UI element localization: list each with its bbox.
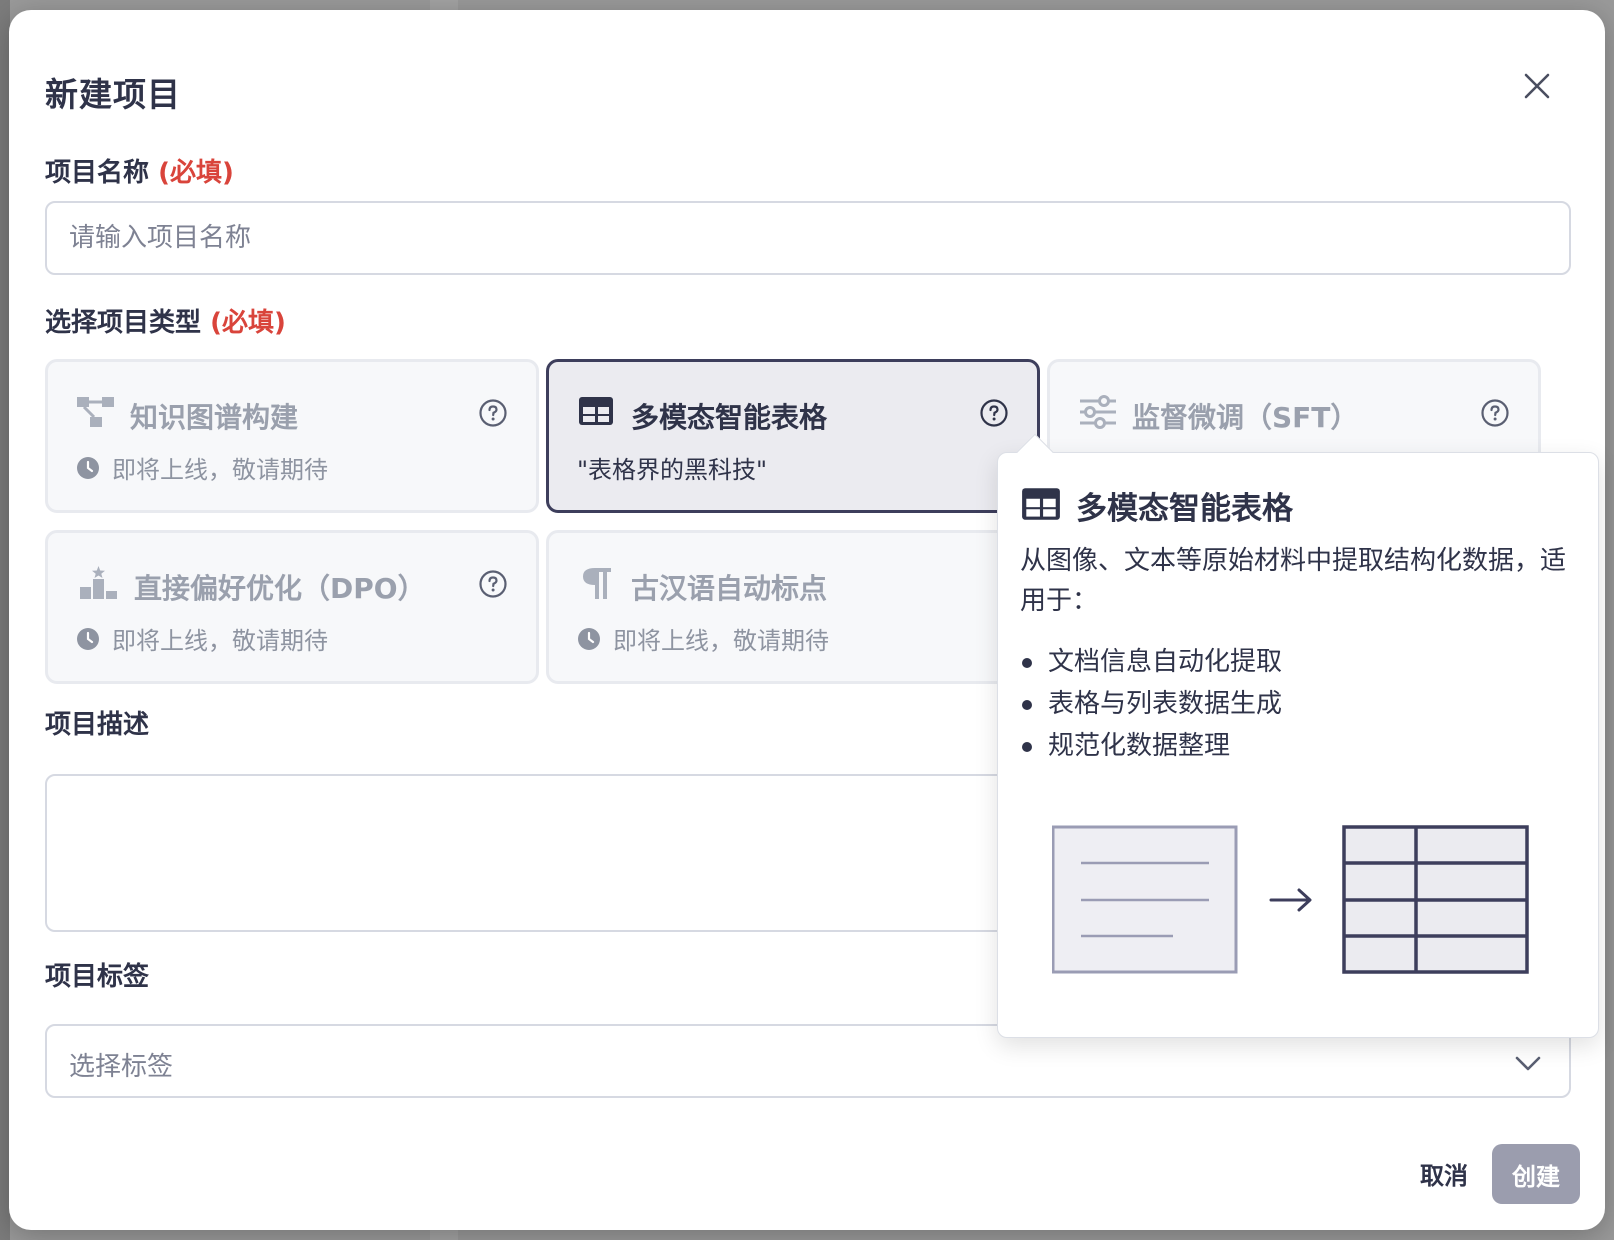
type-card-subtitle-text: 即将上线，敬请期待 (613, 627, 829, 655)
type-card-subtitle: "表格界的黑科技" (577, 450, 767, 485)
close-button[interactable] (1517, 66, 1557, 106)
project-tags-label: 项目标签 (45, 962, 150, 992)
tags-placeholder: 选择标签 (69, 1052, 174, 1082)
type-card-subtitle-text: 即将上线，敬请期待 (112, 456, 328, 484)
document-to-table-illustration (1052, 825, 1529, 974)
create-button[interactable]: 创建 (1492, 1144, 1580, 1204)
clock-icon (77, 627, 99, 650)
type-card-title: 知识图谱构建 (130, 401, 299, 434)
clock-icon (77, 456, 99, 479)
tooltip-title: 多模态智能表格 (1076, 491, 1293, 527)
table-icon (1022, 488, 1060, 520)
project-type-label-text: 选择项目类型 (45, 308, 202, 338)
cancel-button[interactable]: 取消 (1399, 1144, 1489, 1202)
help-icon[interactable] (478, 569, 508, 599)
project-name-label: 项目名称 (必填) (45, 152, 234, 189)
tooltip-description: 从图像、文本等原始材料中提取结构化数据，适用于： (1020, 546, 1567, 616)
type-card-title: 古汉语自动标点 (631, 572, 828, 605)
sliders-icon (1080, 395, 1116, 429)
chevron-down-icon (1515, 1056, 1541, 1071)
type-card-subtitle: 即将上线，敬请期待 (76, 450, 328, 485)
type-tooltip-popover: 多模态智能表格 从图像、文本等原始材料中提取结构化数据，适用于： 文档信息自动化… (997, 433, 1599, 1038)
project-desc-label: 项目描述 (45, 710, 150, 740)
podium-icon (80, 566, 117, 599)
required-tag: (必填) (158, 158, 234, 188)
list-item: 文档信息自动化提取 (1020, 641, 1282, 683)
pilcrow-icon (583, 568, 611, 599)
help-icon[interactable] (1480, 398, 1510, 428)
graph-icon (77, 397, 114, 427)
close-icon (1524, 73, 1550, 99)
list-item: 表格与列表数据生成 (1020, 683, 1282, 725)
type-card-dpo[interactable]: 直接偏好优化（DPO） 即将上线，敬请期待 (45, 530, 539, 684)
project-type-label: 选择项目类型 (必填) (45, 302, 286, 339)
project-name-input[interactable] (45, 201, 1571, 275)
clock-icon (578, 627, 600, 650)
type-card-classical-punctuation[interactable]: 古汉语自动标点 即将上线，敬请期待 (546, 530, 1040, 684)
list-item: 规范化数据整理 (1020, 725, 1282, 767)
type-card-subtitle-text: 即将上线，敬请期待 (112, 627, 328, 655)
modal-title: 新建项目 (45, 75, 181, 114)
type-card-subtitle: 即将上线，敬请期待 (76, 621, 328, 656)
type-card-knowledge-graph[interactable]: 知识图谱构建 即将上线，敬请期待 (45, 359, 539, 513)
type-card-subtitle-text: "表格界的黑科技" (577, 456, 768, 484)
type-card-subtitle: 即将上线，敬请期待 (577, 621, 829, 656)
type-card-multimodal-table[interactable]: 多模态智能表格 "表格界的黑科技" (546, 359, 1040, 513)
type-card-title: 多模态智能表格 (631, 401, 828, 434)
help-icon[interactable] (979, 398, 1009, 428)
required-tag: (必填) (210, 308, 286, 338)
table-icon (579, 397, 613, 425)
type-card-title: 监督微调（SFT） (1132, 401, 1359, 434)
help-icon[interactable] (478, 398, 508, 428)
project-name-label-text: 项目名称 (45, 158, 150, 188)
type-card-title: 直接偏好优化（DPO） (134, 572, 426, 605)
tooltip-use-cases: 文档信息自动化提取 表格与列表数据生成 规范化数据整理 (1020, 641, 1282, 767)
